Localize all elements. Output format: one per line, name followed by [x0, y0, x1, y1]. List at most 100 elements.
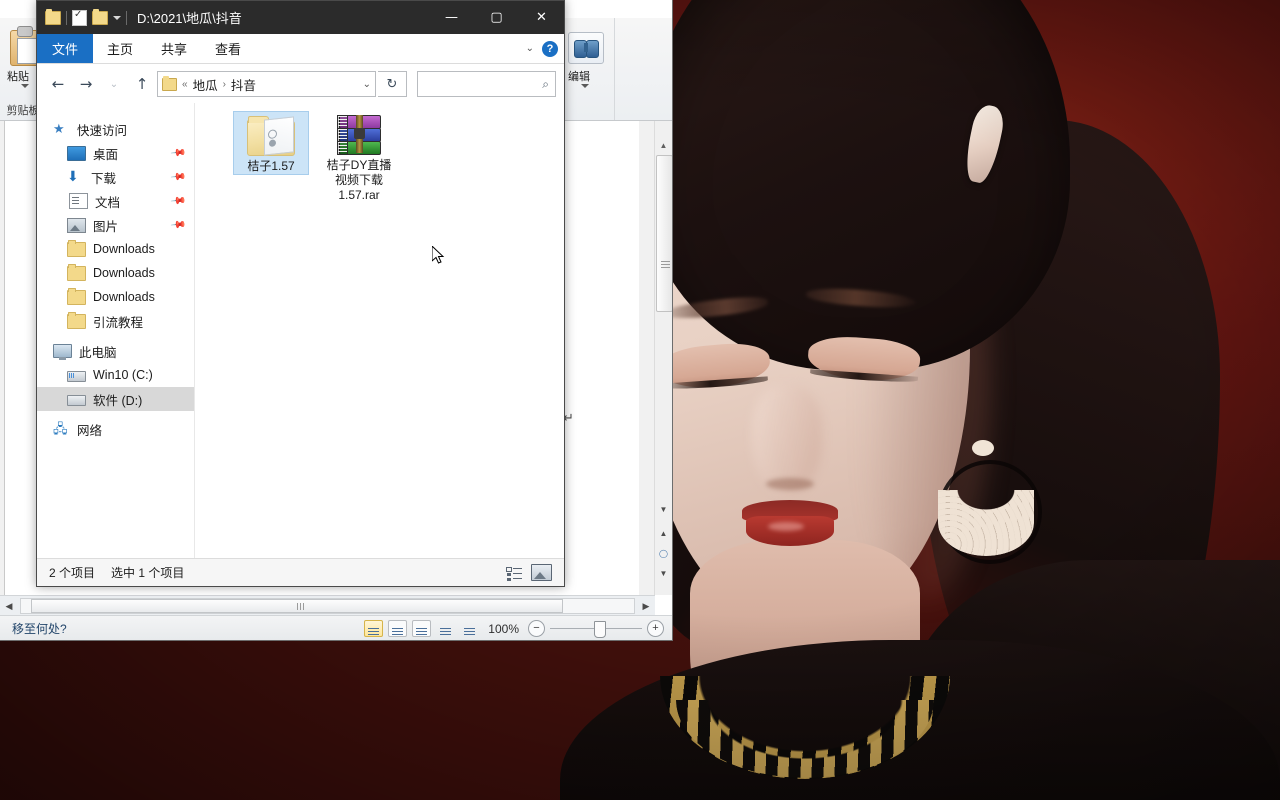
word-zoom-level[interactable]: 100% — [488, 622, 519, 636]
zoom-slider-thumb[interactable] — [594, 621, 606, 638]
forward-button[interactable]: → — [73, 71, 99, 97]
word-hscroll-track[interactable] — [20, 598, 635, 614]
editing-button-label[interactable]: 编辑 — [568, 68, 590, 84]
pin-icon[interactable]: 📌 — [169, 145, 186, 161]
sidebar-item-desktop[interactable]: 桌面 📌 — [37, 141, 194, 165]
tab-file[interactable]: 文件 — [37, 34, 94, 63]
chevron-down-icon[interactable] — [113, 15, 121, 20]
tab-home[interactable]: 主页 — [93, 34, 147, 63]
sidebar-item-label: 下载 — [91, 171, 117, 186]
word-horizontal-scrollbar[interactable]: ◀ ▶ — [0, 595, 655, 616]
file-list-pane[interactable]: 桔子1.57 桔子DY直播视频下载1.57.rar — [195, 103, 564, 559]
sidebar-item-this-pc[interactable]: 此电脑 — [37, 339, 194, 363]
search-box[interactable]: ⌕ — [417, 71, 556, 97]
maximize-button[interactable]: ▢ — [474, 1, 519, 34]
folder-icon[interactable] — [45, 8, 61, 25]
paste-button-label[interactable]: 粘贴 — [7, 68, 29, 84]
sidebar-item-label: Downloads — [93, 290, 155, 304]
sidebar-item-label: 文档 — [95, 195, 121, 210]
sidebar-item-documents[interactable]: 文档 📌 — [37, 189, 194, 213]
full-screen-reading-view-button[interactable] — [388, 620, 408, 637]
new-folder-icon[interactable] — [92, 8, 108, 25]
file-item-label: 桔子1.57 — [247, 159, 295, 173]
sidebar-item-label: 此电脑 — [79, 345, 117, 360]
selection-count-label: 选中 1 个项目 — [111, 566, 185, 580]
word-scroll-thumb[interactable] — [656, 155, 672, 312]
word-hscroll-thumb[interactable] — [31, 599, 563, 613]
editing-dropdown-icon[interactable] — [581, 84, 589, 88]
web-layout-view-button[interactable] — [412, 620, 432, 637]
drive-icon — [67, 395, 86, 406]
word-vertical-scrollbar[interactable]: ▲ ▼ ▲ ◯ ▼ — [654, 121, 672, 595]
previous-page-icon[interactable]: ▲ — [655, 525, 672, 542]
folder-icon — [67, 287, 86, 305]
file-explorer-window: D:\2021\地瓜\抖音 — ▢ ✕ 文件 主页 共享 查看 ⌄ ? ← → … — [36, 0, 565, 587]
document-icon — [69, 193, 88, 209]
paste-dropdown-icon[interactable] — [21, 84, 29, 88]
address-dropdown-icon[interactable]: ⌄ — [363, 79, 371, 90]
sidebar-item-downloads-1[interactable]: Downloads — [37, 237, 194, 261]
breadcrumb-item-1[interactable]: 地瓜 — [193, 75, 218, 94]
sidebar-item-pictures[interactable]: 图片 📌 — [37, 213, 194, 237]
sidebar-item-yinliu-jiaocheng[interactable]: 引流教程 — [37, 309, 194, 333]
download-icon: ⬇ — [67, 168, 79, 185]
folder-large-icon — [247, 116, 295, 156]
mouse-cursor — [432, 246, 445, 264]
explorer-body: ★ 快速访问 桌面 📌 ⬇ 下载 📌 文档 📌 图片 📌 Downloads D… — [37, 103, 564, 559]
window-controls: — ▢ ✕ — [429, 1, 564, 34]
recent-locations-button[interactable]: ⌄ — [101, 71, 127, 97]
explorer-title-bar[interactable]: D:\2021\地瓜\抖音 — ▢ ✕ — [37, 1, 564, 34]
tab-share[interactable]: 共享 — [147, 34, 201, 63]
find-binoculars-icon[interactable] — [568, 32, 604, 64]
file-item-rar[interactable]: 桔子DY直播视频下载1.57.rar — [322, 111, 396, 203]
zoom-slider-track[interactable] — [550, 621, 642, 638]
refresh-button[interactable]: ↻ — [378, 71, 407, 97]
address-bar[interactable]: « 地瓜 › 抖音 ⌄ — [157, 71, 376, 97]
scroll-down-icon[interactable]: ▼ — [655, 501, 672, 518]
sidebar-item-label: Downloads — [93, 266, 155, 280]
file-item-folder[interactable]: 桔子1.57 — [233, 111, 309, 175]
expand-ribbon-icon[interactable]: ⌄ — [526, 43, 534, 54]
scroll-right-icon[interactable]: ▶ — [637, 601, 655, 612]
details-view-icon[interactable] — [506, 566, 523, 580]
qat-divider — [66, 10, 67, 25]
breadcrumb-item-2[interactable]: 抖音 — [231, 75, 256, 94]
back-button[interactable]: ← — [45, 71, 71, 97]
large-icons-view-icon[interactable] — [531, 564, 552, 581]
pin-icon[interactable]: 📌 — [169, 193, 186, 209]
minimize-button[interactable]: — — [429, 1, 474, 34]
sidebar-item-label: 桌面 — [93, 147, 119, 162]
folder-icon — [67, 263, 86, 281]
sidebar-item-win10-c[interactable]: Win10 (C:) — [37, 363, 194, 387]
pin-icon[interactable]: 📌 — [169, 217, 186, 233]
select-browse-object-icon[interactable]: ◯ — [655, 545, 672, 562]
item-count-label: 2 个项目 — [49, 566, 96, 580]
properties-icon[interactable] — [72, 9, 87, 26]
breadcrumb-overflow[interactable]: « — [182, 79, 188, 90]
sidebar-item-software-d[interactable]: 软件 (D:) — [37, 387, 194, 411]
sidebar-item-downloads-3[interactable]: Downloads — [37, 285, 194, 309]
sidebar-item-network[interactable]: 🖧 网络 — [37, 417, 194, 441]
scroll-left-icon[interactable]: ◀ — [0, 601, 18, 612]
zoom-in-button[interactable]: + — [647, 620, 664, 637]
next-page-icon[interactable]: ▼ — [655, 565, 672, 582]
draft-view-button[interactable] — [460, 620, 479, 637]
sidebar-item-label: 图片 — [93, 219, 119, 234]
help-icon[interactable]: ? — [542, 40, 558, 57]
sidebar-item-downloads[interactable]: ⬇ 下载 📌 — [37, 165, 194, 189]
search-input[interactable] — [424, 76, 543, 92]
sidebar-item-quick-access[interactable]: ★ 快速访问 — [37, 117, 194, 141]
scroll-up-icon[interactable]: ▲ — [655, 137, 672, 154]
tab-view[interactable]: 查看 — [201, 34, 255, 63]
pin-icon[interactable]: 📌 — [169, 169, 186, 185]
navigation-pane[interactable]: ★ 快速访问 桌面 📌 ⬇ 下载 📌 文档 📌 图片 📌 Downloads D… — [37, 103, 195, 559]
search-icon[interactable]: ⌕ — [542, 77, 549, 92]
sidebar-item-downloads-2[interactable]: Downloads — [37, 261, 194, 285]
up-button[interactable]: ↑ — [129, 71, 155, 97]
print-layout-view-button[interactable] — [364, 620, 384, 637]
zoom-out-button[interactable]: − — [528, 620, 545, 637]
desktop-icon — [67, 145, 86, 161]
close-button[interactable]: ✕ — [519, 1, 564, 34]
sidebar-item-label: Downloads — [93, 242, 155, 256]
outline-view-button[interactable] — [436, 620, 455, 637]
